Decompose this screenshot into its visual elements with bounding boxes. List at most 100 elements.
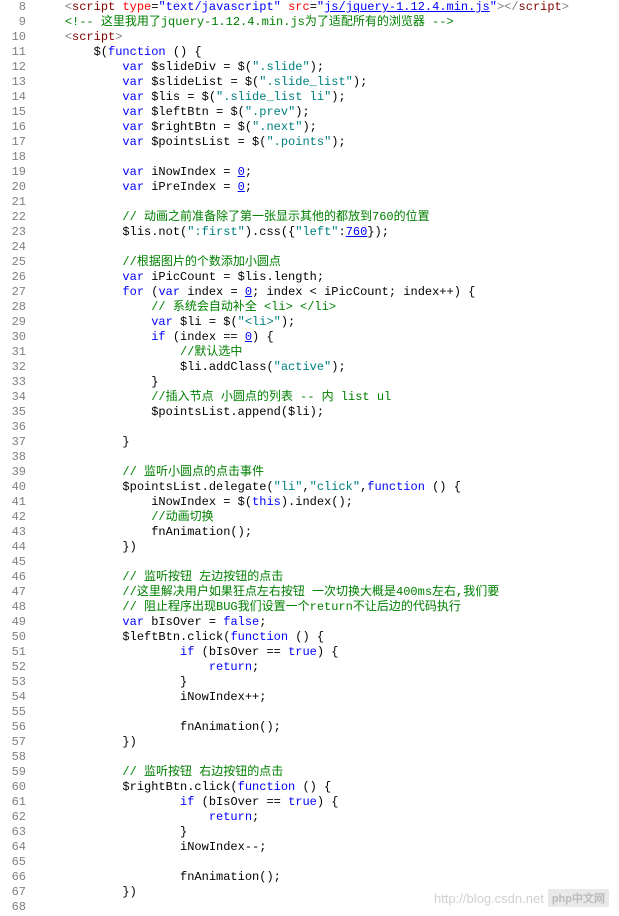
line-number: 16	[0, 120, 26, 135]
code-line: var $lis = $(".slide_list li");	[36, 90, 619, 105]
line-number: 38	[0, 450, 26, 465]
code-line: var $leftBtn = $(".prev");	[36, 105, 619, 120]
watermark-logo: php中文网	[548, 889, 609, 907]
code-line: var $slideList = $(".slide_list");	[36, 75, 619, 90]
code-line: $(function () {	[36, 45, 619, 60]
code-line: for (var index = 0; index < iPicCount; i…	[36, 285, 619, 300]
line-number: 21	[0, 195, 26, 210]
line-number: 27	[0, 285, 26, 300]
code-line: // 监听小圆点的点击事件	[36, 465, 619, 480]
code-line: $pointsList.delegate("li","click",functi…	[36, 480, 619, 495]
code-line: var iNowIndex = 0;	[36, 165, 619, 180]
code-line: if (index == 0) {	[36, 330, 619, 345]
line-number: 35	[0, 405, 26, 420]
line-number: 61	[0, 795, 26, 810]
code-line: // 监听按钮 右边按钮的点击	[36, 765, 619, 780]
line-number: 68	[0, 900, 26, 915]
code-line: var $li = $("<li>");	[36, 315, 619, 330]
code-line: // 监听按钮 左边按钮的点击	[36, 570, 619, 585]
watermark: http://blog.csdn.net php中文网	[434, 889, 609, 907]
line-number: 28	[0, 300, 26, 315]
code-line	[36, 555, 619, 570]
line-number: 40	[0, 480, 26, 495]
line-number: 14	[0, 90, 26, 105]
line-number: 26	[0, 270, 26, 285]
line-number: 50	[0, 630, 26, 645]
line-number: 10	[0, 30, 26, 45]
code-line	[36, 420, 619, 435]
code-line: //动画切换	[36, 510, 619, 525]
line-number: 24	[0, 240, 26, 255]
line-number: 66	[0, 870, 26, 885]
line-number: 48	[0, 600, 26, 615]
code-line: var $pointsList = $(".points");	[36, 135, 619, 150]
line-number: 31	[0, 345, 26, 360]
code-line: if (bIsOver == true) {	[36, 645, 619, 660]
line-number: 64	[0, 840, 26, 855]
line-number: 55	[0, 705, 26, 720]
line-number: 37	[0, 435, 26, 450]
line-number: 39	[0, 465, 26, 480]
line-number: 33	[0, 375, 26, 390]
code-line: })	[36, 540, 619, 555]
code-line	[36, 195, 619, 210]
watermark-url: http://blog.csdn.net	[434, 891, 544, 906]
code-line	[36, 855, 619, 870]
code-line: $pointsList.append($li);	[36, 405, 619, 420]
line-number: 15	[0, 105, 26, 120]
code-line: // 系统会自动补全 <li> </li>	[36, 300, 619, 315]
code-line	[36, 750, 619, 765]
code-line: $rightBtn.click(function () {	[36, 780, 619, 795]
line-number: 22	[0, 210, 26, 225]
line-number-gutter: 8910111213141516171819202122232425262728…	[0, 0, 32, 915]
line-number: 32	[0, 360, 26, 375]
line-number: 20	[0, 180, 26, 195]
code-line	[36, 240, 619, 255]
code-line: // 动画之前准备除了第一张显示其他的都放到760的位置	[36, 210, 619, 225]
line-number: 42	[0, 510, 26, 525]
code-line: if (bIsOver == true) {	[36, 795, 619, 810]
line-number: 60	[0, 780, 26, 795]
line-number: 25	[0, 255, 26, 270]
line-number: 43	[0, 525, 26, 540]
code-line: //这里解决用户如果狂点左右按钮 一次切换大概是400ms左右,我们要	[36, 585, 619, 600]
code-line: <!-- 这里我用了jquery-1.12.4.min.js为了适配所有的浏览器…	[36, 15, 619, 30]
line-number: 30	[0, 330, 26, 345]
line-number: 62	[0, 810, 26, 825]
code-line: var bIsOver = false;	[36, 615, 619, 630]
line-number: 59	[0, 765, 26, 780]
line-number: 58	[0, 750, 26, 765]
code-line	[36, 150, 619, 165]
line-number: 65	[0, 855, 26, 870]
code-line: //插入节点 小圆点的列表 -- 内 list ul	[36, 390, 619, 405]
line-number: 23	[0, 225, 26, 240]
line-number: 67	[0, 885, 26, 900]
code-line: })	[36, 735, 619, 750]
line-number: 63	[0, 825, 26, 840]
line-number: 53	[0, 675, 26, 690]
code-line: }	[36, 435, 619, 450]
code-line: //根据图片的个数添加小圆点	[36, 255, 619, 270]
code-line: }	[36, 375, 619, 390]
line-number: 54	[0, 690, 26, 705]
code-line: iNowIndex++;	[36, 690, 619, 705]
code-line: $li.addClass("active");	[36, 360, 619, 375]
code-line: var iPreIndex = 0;	[36, 180, 619, 195]
line-number: 12	[0, 60, 26, 75]
code-line: fnAnimation();	[36, 870, 619, 885]
code-line: return;	[36, 660, 619, 675]
code-line	[36, 450, 619, 465]
line-number: 29	[0, 315, 26, 330]
line-number: 57	[0, 735, 26, 750]
line-number: 17	[0, 135, 26, 150]
code-line: }	[36, 825, 619, 840]
line-number: 13	[0, 75, 26, 90]
line-number: 34	[0, 390, 26, 405]
code-line: //默认选中	[36, 345, 619, 360]
line-number: 18	[0, 150, 26, 165]
line-number: 19	[0, 165, 26, 180]
code-line: return;	[36, 810, 619, 825]
code-line: var $rightBtn = $(".next");	[36, 120, 619, 135]
code-line: iNowIndex--;	[36, 840, 619, 855]
code-line: var iPicCount = $lis.length;	[36, 270, 619, 285]
